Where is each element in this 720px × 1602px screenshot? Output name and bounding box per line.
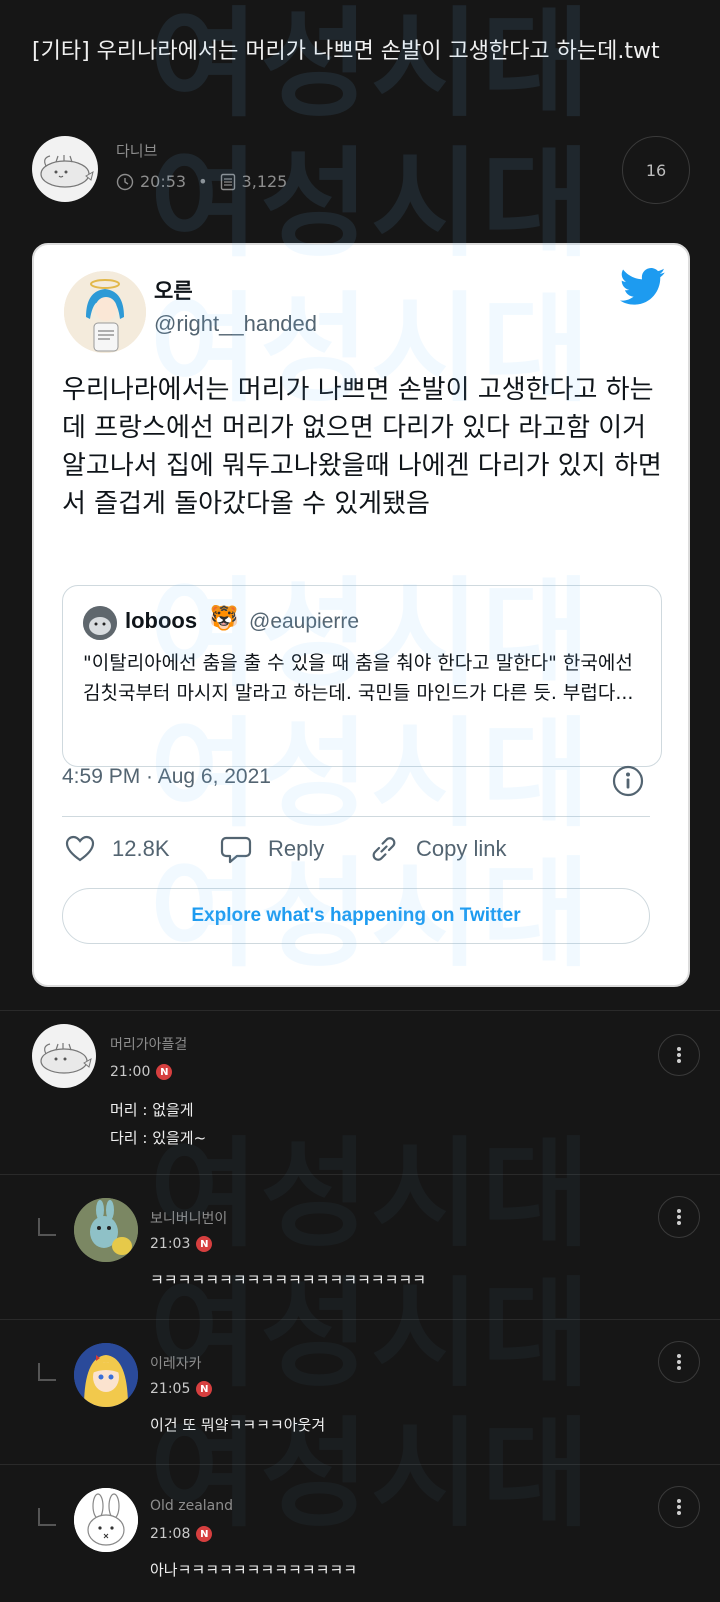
commenter-avatar[interactable]: [74, 1488, 138, 1552]
seal-avatar-icon: [40, 1043, 92, 1074]
post-time: 20:53: [140, 172, 187, 191]
new-badge: N: [196, 1526, 213, 1542]
views-icon: [220, 173, 235, 190]
new-badge: N: [196, 1381, 213, 1397]
white-bunny-icon: [74, 1488, 138, 1552]
comment-item: 머리가아플걸 21:00 N 머리 : 없을게 다리 : 있을게~: [0, 1010, 720, 1174]
tweet-author-avatar[interactable]: [64, 271, 146, 353]
more-vertical-icon: [677, 1047, 681, 1063]
comment-text: 아나ㅋㅋㅋㅋㅋㅋㅋㅋㅋㅋㅋㅋㅋ: [150, 1561, 358, 1579]
more-vertical-icon: [677, 1499, 681, 1515]
reply-item: 보니버니번이 21:03 N ㅋㅋㅋㅋㅋㅋㅋㅋㅋㅋㅋㅋㅋㅋㅋㅋㅋㅋㅋㅋ: [0, 1174, 720, 1319]
more-vertical-icon: [677, 1354, 681, 1370]
reply-label: Reply: [268, 836, 325, 861]
commenter-name[interactable]: Old zealand: [150, 1498, 233, 1514]
speech-bubble-icon: [220, 836, 252, 864]
post-meta: 20:53 • 3,125: [116, 172, 287, 191]
author-name[interactable]: 다니브: [116, 140, 157, 161]
comment-text: ㅋㅋㅋㅋㅋㅋㅋㅋㅋㅋㅋㅋㅋㅋㅋㅋㅋㅋㅋㅋ: [150, 1271, 427, 1289]
commenter-avatar[interactable]: [74, 1198, 138, 1262]
comment-time-text: 21:03: [150, 1236, 191, 1252]
new-badge: N: [196, 1236, 213, 1252]
comment-time: 21:05 N: [150, 1381, 213, 1397]
comment-time-text: 21:05: [150, 1381, 191, 1397]
halo-character-icon: [64, 271, 146, 353]
commenter-name[interactable]: 보니버니번이: [150, 1208, 227, 1228]
explore-twitter-button[interactable]: Explore what's happening on Twitter: [62, 888, 650, 944]
post-views: 3,125: [241, 172, 288, 191]
quote-handle[interactable]: @eaupierre: [249, 610, 359, 634]
post-title: [기타] 우리나라에서는 머리가 나쁘면 손발이 고생한다고 하는데.twt: [32, 39, 660, 64]
reply-item: Old zealand 21:08 N 아나ㅋㅋㅋㅋㅋㅋㅋㅋㅋㅋㅋㅋㅋ: [0, 1464, 720, 1602]
comment-time: 21:08 N: [150, 1526, 213, 1542]
comment-text: 이건 또 뭐얔ㅋㅋㅋㅋ아웃겨: [150, 1416, 326, 1434]
comment-time: 21:00 N: [110, 1064, 173, 1080]
twitter-bird-icon[interactable]: [620, 267, 666, 307]
seal-avatar-icon: [40, 155, 94, 188]
comment-more-button[interactable]: [658, 1196, 700, 1238]
heart-icon: [65, 835, 95, 862]
comment-time: 21:03 N: [150, 1236, 213, 1252]
tweet-text: 우리나라에서는 머리가 나쁘면 손발이 고생한다고 하는데 프랑스에선 머리가 …: [62, 375, 662, 519]
quote-author-avatar[interactable]: [83, 606, 117, 640]
tweet-timestamp[interactable]: 4:59 PM · Aug 6, 2021: [62, 765, 271, 789]
tweet-handle[interactable]: @right__handed: [154, 311, 317, 337]
commenter-name[interactable]: 이레자카: [150, 1353, 202, 1373]
link-icon: [372, 837, 396, 861]
like-action[interactable]: 12.8K: [64, 833, 170, 865]
tweet-divider: [62, 816, 650, 817]
quoted-tweet[interactable]: loboos 🐯 @eaupierre "이탈리아에선 춤을 출 수 있을 때 …: [62, 585, 662, 767]
commenter-avatar[interactable]: [32, 1024, 96, 1088]
reply-item: 이레자카 21:05 N 이건 또 뭐얔ㅋㅋㅋㅋ아웃겨: [0, 1319, 720, 1464]
reply-arrow-icon: [38, 1508, 56, 1526]
tweet-display-name[interactable]: 오른: [154, 275, 193, 305]
quote-text: "이탈리아에선 춤을 출 수 있을 때 춤을 춰야 한다고 말한다" 한국에선 …: [83, 652, 634, 704]
comment-text: 머리 : 없을게 다리 : 있을게~: [110, 1101, 207, 1147]
comment-time-text: 21:08: [150, 1526, 191, 1542]
copy-link-action[interactable]: Copy link: [368, 833, 506, 865]
author-avatar[interactable]: [32, 136, 98, 202]
commenter-avatar[interactable]: [74, 1343, 138, 1407]
tiger-emoji-icon: 🐯: [209, 605, 239, 632]
reply-arrow-icon: [38, 1218, 56, 1236]
anime-girl-icon: [74, 1343, 138, 1407]
comment-more-button[interactable]: [658, 1034, 700, 1076]
bunny-figure-icon: [74, 1198, 138, 1262]
quote-display-name[interactable]: loboos: [125, 608, 197, 634]
comment-count-button[interactable]: 16: [622, 136, 690, 204]
comment-time-text: 21:00: [110, 1064, 151, 1080]
meta-separator: •: [198, 172, 208, 191]
embedded-tweet[interactable]: 오른 @right__handed 우리나라에서는 머리가 나쁘면 손발이 고생…: [32, 243, 690, 987]
copy-link-label: Copy link: [416, 836, 507, 861]
dog-photo-icon: [83, 606, 117, 640]
comment-more-button[interactable]: [658, 1486, 700, 1528]
commenter-name[interactable]: 머리가아플걸: [110, 1034, 187, 1054]
reply-arrow-icon: [38, 1363, 56, 1381]
comment-more-button[interactable]: [658, 1341, 700, 1383]
like-count: 12.8K: [112, 836, 170, 861]
clock-icon: [116, 173, 134, 190]
info-icon[interactable]: [612, 765, 644, 797]
more-vertical-icon: [677, 1209, 681, 1225]
new-badge: N: [156, 1064, 173, 1080]
reply-action[interactable]: Reply: [220, 833, 324, 865]
